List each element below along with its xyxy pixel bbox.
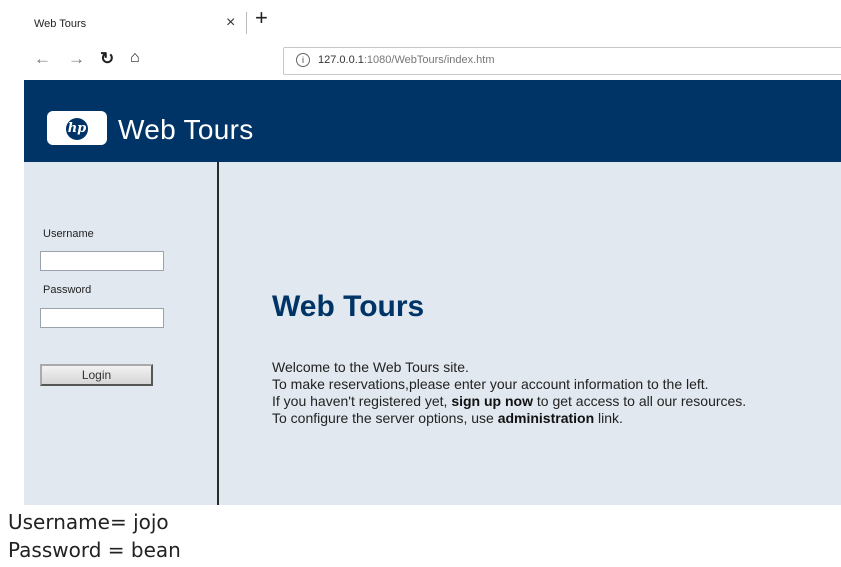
address-bar[interactable]: i 127.0.0.1:1080/WebTours/index.htm xyxy=(283,47,841,75)
site-title: Web Tours xyxy=(118,114,254,145)
forward-arrow-icon[interactable]: → xyxy=(68,49,85,69)
url-host: 127.0.0.1 xyxy=(318,54,364,66)
info-icon[interactable]: i xyxy=(296,53,310,67)
browser-tab[interactable]: Web Tours × xyxy=(24,8,246,40)
main-content: Web Tours Welcome to the Web Tours site.… xyxy=(219,162,841,505)
home-icon[interactable]: ⌂ xyxy=(130,49,140,67)
line4-prefix: To configure the server options, use xyxy=(272,410,498,426)
sign-up-link[interactable]: sign up now xyxy=(451,393,533,409)
password-note: Password = bean xyxy=(8,538,181,562)
welcome-line-4: To configure the server options, use adm… xyxy=(272,410,746,427)
tab-title: Web Tours xyxy=(34,18,87,30)
welcome-text: Welcome to the Web Tours site. To make r… xyxy=(272,359,746,427)
login-panel: Username Password Login xyxy=(24,162,217,505)
login-button[interactable]: Login xyxy=(40,364,153,386)
line3-suffix: to get access to all our resources. xyxy=(532,393,747,409)
line3-prefix: If you haven't registered yet, xyxy=(272,393,452,409)
back-arrow-icon[interactable]: ← xyxy=(34,49,51,69)
username-note: Username= jojo xyxy=(8,510,169,534)
username-label: Username xyxy=(43,228,94,240)
line4-suffix: link. xyxy=(594,410,623,426)
password-label: Password xyxy=(43,284,92,296)
hp-logo: hp xyxy=(47,111,107,145)
browser-tab-bar: Web Tours × + xyxy=(0,0,841,40)
password-field[interactable] xyxy=(40,308,164,328)
url-path: :1080/WebTours/index.htm xyxy=(363,54,495,66)
url-text: 127.0.0.1:1080/WebTours/index.htm xyxy=(318,54,495,66)
welcome-line-3: If you haven't registered yet, sign up n… xyxy=(272,393,746,410)
administration-link[interactable]: administration xyxy=(498,410,594,426)
reload-icon[interactable]: ↻ xyxy=(100,49,114,69)
page-heading: Web Tours xyxy=(272,290,425,323)
browser-nav-bar: ← → ↻ ⌂ i 127.0.0.1:1080/WebTours/index.… xyxy=(24,40,841,80)
welcome-line-2: To make reservations,please enter your a… xyxy=(272,376,709,392)
close-tab-icon[interactable]: × xyxy=(226,14,235,32)
welcome-line-1: Welcome to the Web Tours site. xyxy=(272,359,469,375)
hp-logo-mark: hp xyxy=(66,118,88,140)
site-banner: hp Web Tours xyxy=(24,80,841,162)
username-field[interactable] xyxy=(40,251,164,271)
tab-separator xyxy=(246,12,247,34)
new-tab-icon[interactable]: + xyxy=(255,7,268,29)
